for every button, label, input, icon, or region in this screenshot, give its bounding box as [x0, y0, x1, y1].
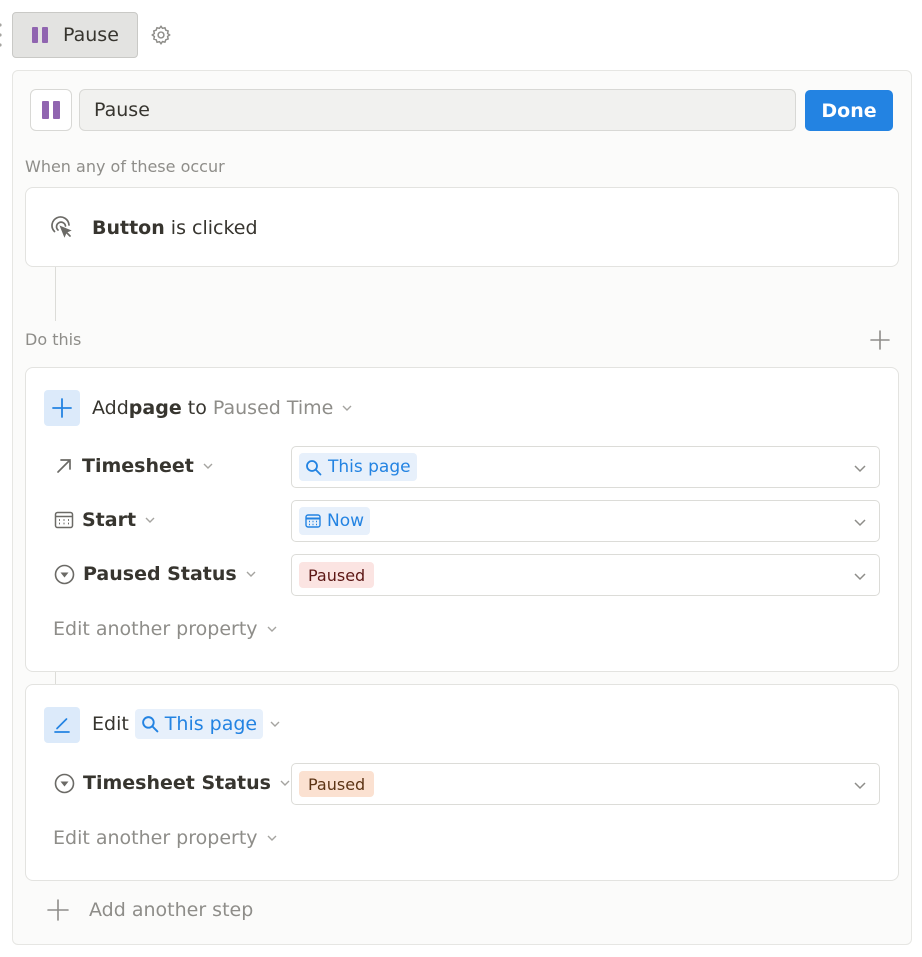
- start-value-select[interactable]: Now: [291, 500, 880, 542]
- search-icon: [305, 459, 322, 476]
- chevron-down-icon: [279, 777, 291, 789]
- add-another-step-button[interactable]: Add another step: [47, 899, 253, 921]
- chevron-down-icon: [853, 778, 867, 792]
- database-selector[interactable]: Paused Time: [213, 397, 353, 419]
- trigger-card[interactable]: Button is clicked: [25, 187, 899, 267]
- status-badge: Paused: [299, 562, 375, 588]
- chevron-down-icon: [853, 515, 867, 529]
- calendar-icon: [54, 510, 74, 530]
- click-icon: [50, 216, 74, 240]
- status-icon: [54, 773, 75, 794]
- add-preposition: to: [181, 397, 213, 419]
- timesheet-value-select[interactable]: This page: [291, 446, 880, 488]
- property-label-timesheet-status[interactable]: Timesheet Status: [54, 772, 291, 794]
- pause-icon: [41, 100, 61, 120]
- property-label-paused-status[interactable]: Paused Status: [54, 563, 257, 585]
- trigger-subject: Button: [92, 217, 165, 239]
- edit-pencil-icon: [44, 707, 80, 743]
- chevron-down-icon: [245, 568, 257, 580]
- chevron-down-icon: [853, 461, 867, 475]
- timesheet-status-value-select[interactable]: Paused: [291, 763, 880, 805]
- plus-icon: [47, 899, 69, 921]
- chevron-down-icon: [202, 460, 214, 472]
- paused-status-value-select[interactable]: Paused: [291, 554, 880, 596]
- relation-arrow-icon: [54, 456, 74, 476]
- calendar-icon: [305, 513, 321, 529]
- connector-line: [55, 267, 56, 321]
- edit-verb: Edit: [92, 713, 129, 735]
- edit-another-property-button[interactable]: Edit another property: [53, 827, 278, 849]
- chevron-down-icon: [144, 514, 156, 526]
- now-token: Now: [299, 507, 371, 535]
- plus-icon: [44, 390, 80, 426]
- button-chip[interactable]: Pause: [12, 12, 138, 58]
- edit-target-token[interactable]: This page: [134, 709, 264, 739]
- this-page-token: This page: [299, 453, 417, 481]
- property-label-start[interactable]: Start: [54, 509, 156, 531]
- chevron-down-icon: [341, 402, 353, 414]
- actions-section-label: Do this: [25, 330, 82, 349]
- button-chip-label: Pause: [63, 24, 119, 46]
- chevron-down-icon: [266, 832, 278, 844]
- chevron-down-icon[interactable]: [269, 718, 281, 730]
- icon-picker-button[interactable]: [30, 89, 72, 131]
- add-verb: Add: [92, 397, 129, 419]
- add-object: page: [128, 397, 182, 419]
- trigger-section-label: When any of these occur: [25, 157, 225, 176]
- done-button[interactable]: Done: [805, 90, 893, 131]
- gear-icon[interactable]: [150, 24, 172, 46]
- trigger-predicate: is clicked: [164, 217, 258, 239]
- database-name: Paused Time: [212, 397, 334, 419]
- drag-handle-icon[interactable]: [0, 22, 4, 48]
- search-icon: [141, 715, 159, 733]
- status-icon: [54, 564, 75, 585]
- property-label-timesheet[interactable]: Timesheet: [54, 455, 214, 477]
- status-badge: Paused: [299, 771, 375, 797]
- chevron-down-icon: [853, 569, 867, 583]
- edit-another-property-button[interactable]: Edit another property: [53, 618, 278, 640]
- add-action-button[interactable]: [870, 330, 890, 350]
- button-name-input[interactable]: [79, 89, 796, 131]
- pause-icon: [31, 26, 49, 44]
- chevron-down-icon: [266, 623, 278, 635]
